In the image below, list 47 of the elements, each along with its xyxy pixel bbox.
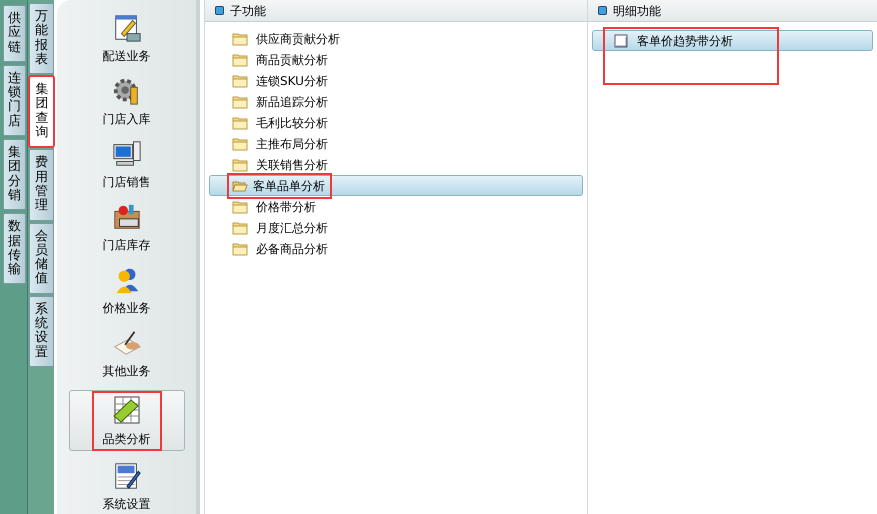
- list-item[interactable]: 新品追踪分析: [209, 91, 583, 112]
- list-item[interactable]: 毛利比较分析: [209, 112, 583, 133]
- module-button[interactable]: 配送业务: [68, 12, 184, 66]
- module-button[interactable]: 门店库存: [68, 201, 184, 255]
- folder-icon: [232, 94, 248, 110]
- side-tab[interactable]: 连锁门店: [3, 64, 26, 136]
- folder-icon: [232, 156, 248, 172]
- panel-title: 明细功能: [613, 2, 661, 20]
- module-button[interactable]: 门店入库: [68, 75, 184, 129]
- side-tab[interactable]: 集团分销: [3, 139, 26, 210]
- folder-icon: [232, 30, 248, 46]
- list-item[interactable]: 价格带分析: [209, 196, 583, 217]
- list-item[interactable]: 关联销售分析: [209, 154, 583, 175]
- document-icon: [613, 32, 629, 48]
- folder-icon: [232, 72, 248, 88]
- folder-icon: [232, 136, 248, 152]
- header-bullet-icon: [215, 6, 224, 15]
- header-bullet-icon: [598, 6, 607, 15]
- list-item[interactable]: 主推布局分析: [209, 133, 583, 154]
- highlight-frame: 客单品单分析: [228, 174, 331, 198]
- folder-icon: [232, 198, 248, 214]
- module-button[interactable]: 系统设置: [68, 460, 184, 514]
- side-tab[interactable]: 供应链: [3, 5, 26, 62]
- list-item[interactable]: 客单价趋势带分析: [592, 30, 873, 51]
- side-tab[interactable]: 万能报表: [29, 3, 54, 74]
- side-tab[interactable]: 会员储值: [29, 222, 54, 294]
- module-button[interactable]: 价格业务: [68, 264, 184, 318]
- list-item[interactable]: 客单品单分析: [209, 175, 583, 196]
- list-item[interactable]: 连锁SKU分析: [209, 70, 583, 91]
- module-button[interactable]: 门店销售: [68, 138, 184, 192]
- list-item[interactable]: 月度汇总分析: [209, 217, 583, 238]
- module-button[interactable]: 品类分析: [68, 390, 184, 451]
- spreadsheet-icon: [110, 394, 142, 426]
- list-item[interactable]: 商品贡献分析: [209, 49, 583, 70]
- folder-icon: [232, 240, 248, 256]
- list-item[interactable]: 必备商品分析: [209, 238, 583, 259]
- side-tab[interactable]: 集团查询: [29, 76, 54, 148]
- side-tab[interactable]: 费用管理: [29, 149, 54, 221]
- side-tab[interactable]: 系统设置: [29, 296, 54, 367]
- folder-icon: [232, 52, 248, 68]
- list-item[interactable]: 供应商贡献分析: [209, 28, 583, 49]
- folder-icon: [232, 220, 248, 236]
- module-button[interactable]: 其他业务: [68, 327, 184, 381]
- panel-title: 子功能: [230, 2, 266, 20]
- highlight-frame: 品类分析: [92, 392, 160, 450]
- side-tab[interactable]: 数据传输: [3, 213, 26, 284]
- folder-icon: [232, 114, 248, 130]
